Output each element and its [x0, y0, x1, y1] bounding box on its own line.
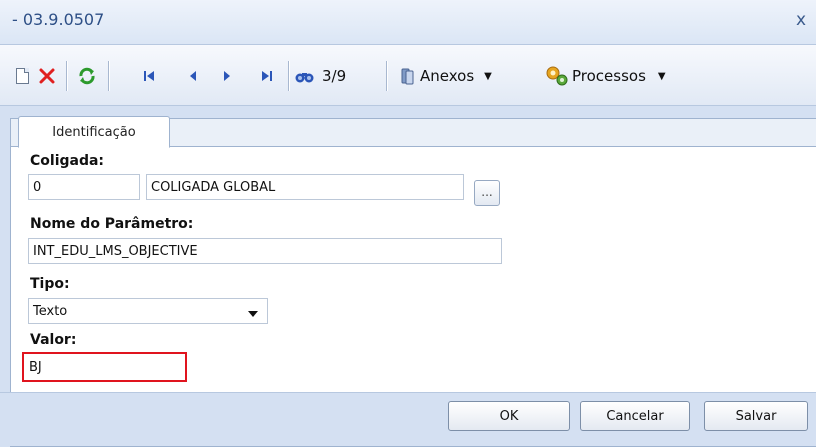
window-title: - 03.9.0507 — [12, 10, 105, 29]
search-icon — [295, 73, 314, 83]
toolbar-separator — [386, 61, 388, 91]
nome-parametro-label: Nome do Parâmetro: — [30, 216, 194, 232]
attachment-icon — [401, 68, 414, 85]
coligada-label: Coligada: — [30, 153, 105, 169]
toolbar: 3/9 Anexos ▼ Processos ▼ — [0, 45, 816, 106]
new-button[interactable] — [14, 67, 30, 85]
refresh-icon — [79, 67, 95, 85]
coligada-code-field[interactable]: 0 — [28, 174, 140, 200]
refresh-button[interactable] — [74, 63, 100, 89]
new-document-icon — [15, 68, 29, 84]
valor-highlight-box — [22, 352, 187, 382]
delete-icon — [39, 68, 55, 84]
ok-button[interactable]: OK — [448, 401, 570, 431]
processos-menu-button[interactable]: Processos ▼ — [544, 63, 704, 89]
record-counter: 3/9 — [322, 67, 347, 85]
last-record-button[interactable] — [258, 67, 276, 85]
valor-label: Valor: — [30, 332, 77, 348]
cancel-button[interactable]: Cancelar — [580, 401, 690, 431]
dialog-button-bar — [0, 392, 816, 446]
previous-record-icon — [190, 71, 196, 81]
next-record-button[interactable] — [218, 67, 236, 85]
close-button[interactable]: x — [796, 10, 806, 30]
nome-parametro-field[interactable]: INT_EDU_LMS_OBJECTIVE — [28, 238, 502, 264]
search-button[interactable]: 3/9 — [294, 65, 364, 87]
save-button[interactable]: Salvar — [704, 401, 808, 431]
chevron-down-icon: ▼ — [484, 70, 492, 82]
tab-identificacao[interactable]: Identificação — [18, 116, 170, 148]
anexos-menu-button[interactable]: Anexos ▼ — [400, 65, 530, 87]
next-record-icon — [224, 71, 230, 81]
chevron-down-icon: ▼ — [657, 70, 666, 82]
toolbar-separator — [108, 61, 110, 91]
first-record-icon — [144, 71, 154, 81]
delete-button[interactable] — [36, 65, 58, 87]
last-record-icon — [262, 71, 272, 81]
chevron-down-icon — [248, 311, 258, 317]
toolbar-separator — [66, 61, 68, 91]
coligada-lookup-button[interactable]: ... — [474, 180, 500, 206]
coligada-name-field[interactable]: COLIGADA GLOBAL — [146, 174, 464, 200]
processes-icon — [546, 66, 568, 86]
toolbar-separator — [288, 61, 290, 91]
first-record-button[interactable] — [140, 67, 158, 85]
tipo-select[interactable]: Texto — [28, 298, 268, 324]
window-titlebar: - 03.9.0507 x — [0, 0, 816, 45]
tipo-label: Tipo: — [30, 276, 70, 292]
anexos-label: Anexos — [420, 67, 475, 85]
processos-label: Processos — [572, 67, 646, 85]
previous-record-button[interactable] — [184, 67, 202, 85]
